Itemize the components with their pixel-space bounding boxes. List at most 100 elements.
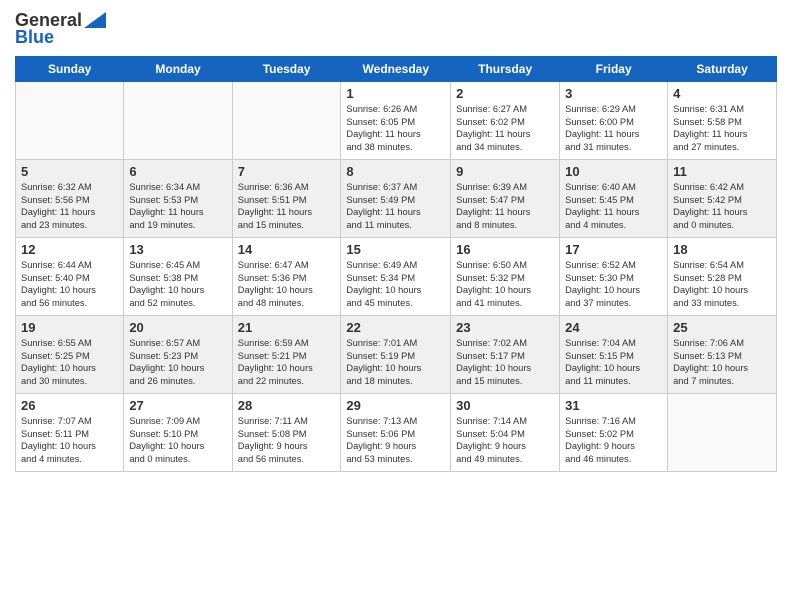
- logo-icon: [84, 10, 106, 28]
- calendar-cell: 29Sunrise: 7:13 AM Sunset: 5:06 PM Dayli…: [341, 394, 451, 472]
- calendar-week-2: 5 Sunrise: 6:32 AM Sunset: 5:56 PM Daylig…: [16, 160, 777, 238]
- day-number: 24: [565, 320, 662, 335]
- day-info: Sunrise: 6:29 AM Sunset: 6:00 PM Dayligh…: [565, 103, 662, 153]
- calendar-cell: 15 Sunrise: 6:49 AM Sunset: 5:34 PM Dayli…: [341, 238, 451, 316]
- day-info: Sunrise: 7:16 AM Sunset: 5:02 PM Dayligh…: [565, 415, 662, 465]
- calendar-week-1: 1 Sunrise: 6:26 AM Sunset: 6:05 PM Daylig…: [16, 82, 777, 160]
- weekday-friday: Friday: [560, 57, 668, 82]
- day-info: Sunrise: 6:42 AM Sunset: 5:42 PM Dayligh…: [673, 181, 771, 231]
- calendar-cell: 6Sunrise: 6:34 AM Sunset: 5:53 PM Daylig…: [124, 160, 232, 238]
- day-number: 18: [673, 242, 771, 257]
- day-number: 20: [129, 320, 226, 335]
- day-number: 13: [129, 242, 226, 257]
- day-info: Sunrise: 7:11 AM Sunset: 5:08 PM Dayligh…: [238, 415, 336, 465]
- day-number: 15: [346, 242, 445, 257]
- calendar-cell: 28 Sunrise: 7:11 AM Sunset: 5:08 PM Dayli…: [232, 394, 341, 472]
- day-number: 16: [456, 242, 554, 257]
- logo: General Blue: [15, 10, 106, 48]
- day-info: Sunrise: 7:07 AM Sunset: 5:11 PM Dayligh…: [21, 415, 118, 465]
- calendar-cell: 16Sunrise: 6:50 AM Sunset: 5:32 PM Dayli…: [451, 238, 560, 316]
- page: General Blue SundayMondayTuesdayWednesda…: [0, 0, 792, 612]
- day-number: 28: [238, 398, 336, 413]
- weekday-sunday: Sunday: [16, 57, 124, 82]
- day-number: 11: [673, 164, 771, 179]
- calendar-cell: 8Sunrise: 6:37 AM Sunset: 5:49 PM Daylig…: [341, 160, 451, 238]
- calendar-cell: 25 Sunrise: 7:06 AM Sunset: 5:13 PM Dayli…: [668, 316, 777, 394]
- day-info: Sunrise: 7:04 AM Sunset: 5:15 PM Dayligh…: [565, 337, 662, 387]
- weekday-header-row: SundayMondayTuesdayWednesdayThursdayFrid…: [16, 57, 777, 82]
- day-info: Sunrise: 7:14 AM Sunset: 5:04 PM Dayligh…: [456, 415, 554, 465]
- day-info: Sunrise: 6:55 AM Sunset: 5:25 PM Dayligh…: [21, 337, 118, 387]
- day-number: 5: [21, 164, 118, 179]
- day-info: Sunrise: 6:26 AM Sunset: 6:05 PM Dayligh…: [346, 103, 445, 153]
- day-info: Sunrise: 6:44 AM Sunset: 5:40 PM Dayligh…: [21, 259, 118, 309]
- calendar-cell: 23 Sunrise: 7:02 AM Sunset: 5:17 PM Dayli…: [451, 316, 560, 394]
- calendar-cell: 3Sunrise: 6:29 AM Sunset: 6:00 PM Daylig…: [560, 82, 668, 160]
- calendar-week-4: 19 Sunrise: 6:55 AM Sunset: 5:25 PM Dayli…: [16, 316, 777, 394]
- day-info: Sunrise: 6:39 AM Sunset: 5:47 PM Dayligh…: [456, 181, 554, 231]
- day-info: Sunrise: 6:57 AM Sunset: 5:23 PM Dayligh…: [129, 337, 226, 387]
- day-number: 27: [129, 398, 226, 413]
- calendar-cell: 9 Sunrise: 6:39 AM Sunset: 5:47 PM Daylig…: [451, 160, 560, 238]
- weekday-tuesday: Tuesday: [232, 57, 341, 82]
- day-info: Sunrise: 7:06 AM Sunset: 5:13 PM Dayligh…: [673, 337, 771, 387]
- day-number: 12: [21, 242, 118, 257]
- day-info: Sunrise: 6:54 AM Sunset: 5:28 PM Dayligh…: [673, 259, 771, 309]
- day-number: 7: [238, 164, 336, 179]
- day-info: Sunrise: 6:37 AM Sunset: 5:49 PM Dayligh…: [346, 181, 445, 231]
- calendar-cell: 20 Sunrise: 6:57 AM Sunset: 5:23 PM Dayli…: [124, 316, 232, 394]
- day-number: 2: [456, 86, 554, 101]
- day-number: 23: [456, 320, 554, 335]
- day-info: Sunrise: 6:36 AM Sunset: 5:51 PM Dayligh…: [238, 181, 336, 231]
- calendar-cell: 1 Sunrise: 6:26 AM Sunset: 6:05 PM Daylig…: [341, 82, 451, 160]
- calendar-cell: 12 Sunrise: 6:44 AM Sunset: 5:40 PM Dayli…: [16, 238, 124, 316]
- day-number: 21: [238, 320, 336, 335]
- day-number: 14: [238, 242, 336, 257]
- day-number: 26: [21, 398, 118, 413]
- header: General Blue: [15, 10, 777, 48]
- calendar-cell: 13 Sunrise: 6:45 AM Sunset: 5:38 PM Dayli…: [124, 238, 232, 316]
- day-info: Sunrise: 6:45 AM Sunset: 5:38 PM Dayligh…: [129, 259, 226, 309]
- day-info: Sunrise: 7:09 AM Sunset: 5:10 PM Dayligh…: [129, 415, 226, 465]
- calendar-cell: [668, 394, 777, 472]
- day-info: Sunrise: 6:40 AM Sunset: 5:45 PM Dayligh…: [565, 181, 662, 231]
- calendar-cell: 10 Sunrise: 6:40 AM Sunset: 5:45 PM Dayli…: [560, 160, 668, 238]
- day-number: 1: [346, 86, 445, 101]
- calendar-cell: 17 Sunrise: 6:52 AM Sunset: 5:30 PM Dayli…: [560, 238, 668, 316]
- day-number: 31: [565, 398, 662, 413]
- day-info: Sunrise: 7:13 AM Sunset: 5:06 PM Dayligh…: [346, 415, 445, 465]
- day-info: Sunrise: 6:59 AM Sunset: 5:21 PM Dayligh…: [238, 337, 336, 387]
- calendar-cell: 19 Sunrise: 6:55 AM Sunset: 5:25 PM Dayli…: [16, 316, 124, 394]
- day-number: 30: [456, 398, 554, 413]
- day-info: Sunrise: 7:01 AM Sunset: 5:19 PM Dayligh…: [346, 337, 445, 387]
- calendar-cell: [16, 82, 124, 160]
- calendar-cell: 5 Sunrise: 6:32 AM Sunset: 5:56 PM Daylig…: [16, 160, 124, 238]
- day-number: 19: [21, 320, 118, 335]
- day-info: Sunrise: 6:49 AM Sunset: 5:34 PM Dayligh…: [346, 259, 445, 309]
- weekday-wednesday: Wednesday: [341, 57, 451, 82]
- calendar-week-3: 12 Sunrise: 6:44 AM Sunset: 5:40 PM Dayli…: [16, 238, 777, 316]
- calendar-cell: 27 Sunrise: 7:09 AM Sunset: 5:10 PM Dayli…: [124, 394, 232, 472]
- day-info: Sunrise: 6:27 AM Sunset: 6:02 PM Dayligh…: [456, 103, 554, 153]
- day-info: Sunrise: 6:34 AM Sunset: 5:53 PM Dayligh…: [129, 181, 226, 231]
- day-info: Sunrise: 7:02 AM Sunset: 5:17 PM Dayligh…: [456, 337, 554, 387]
- day-info: Sunrise: 6:52 AM Sunset: 5:30 PM Dayligh…: [565, 259, 662, 309]
- day-number: 22: [346, 320, 445, 335]
- calendar-cell: 30 Sunrise: 7:14 AM Sunset: 5:04 PM Dayli…: [451, 394, 560, 472]
- weekday-monday: Monday: [124, 57, 232, 82]
- day-info: Sunrise: 6:32 AM Sunset: 5:56 PM Dayligh…: [21, 181, 118, 231]
- calendar-cell: 31 Sunrise: 7:16 AM Sunset: 5:02 PM Dayli…: [560, 394, 668, 472]
- calendar-cell: 18 Sunrise: 6:54 AM Sunset: 5:28 PM Dayli…: [668, 238, 777, 316]
- day-number: 9: [456, 164, 554, 179]
- day-number: 25: [673, 320, 771, 335]
- day-number: 10: [565, 164, 662, 179]
- calendar-cell: 21 Sunrise: 6:59 AM Sunset: 5:21 PM Dayli…: [232, 316, 341, 394]
- calendar-cell: 24 Sunrise: 7:04 AM Sunset: 5:15 PM Dayli…: [560, 316, 668, 394]
- calendar-cell: [124, 82, 232, 160]
- calendar-cell: 26 Sunrise: 7:07 AM Sunset: 5:11 PM Dayli…: [16, 394, 124, 472]
- day-number: 17: [565, 242, 662, 257]
- calendar-week-5: 26 Sunrise: 7:07 AM Sunset: 5:11 PM Dayli…: [16, 394, 777, 472]
- calendar-table: SundayMondayTuesdayWednesdayThursdayFrid…: [15, 56, 777, 472]
- weekday-thursday: Thursday: [451, 57, 560, 82]
- calendar-cell: 4Sunrise: 6:31 AM Sunset: 5:58 PM Daylig…: [668, 82, 777, 160]
